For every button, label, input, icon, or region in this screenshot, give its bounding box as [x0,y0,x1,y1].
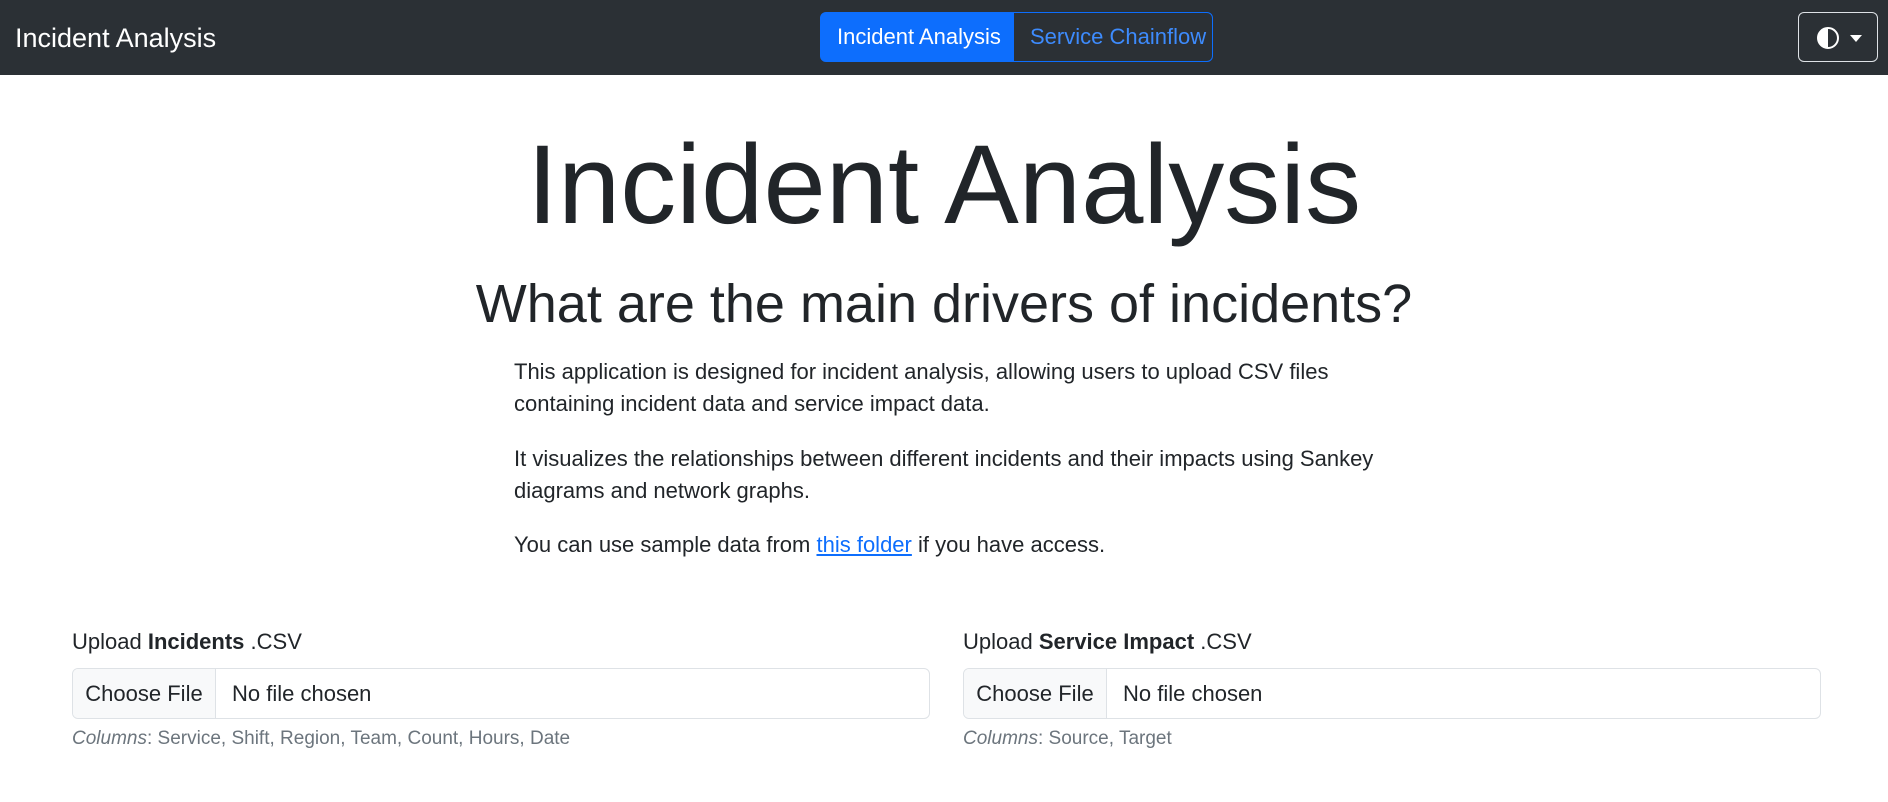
intro-paragraph-2: It visualizes the relationships between … [514,446,1374,503]
hint-text: : Service, Shift, Region, Team, Count, H… [146,728,571,749]
incidents-columns-hint: Columns: Service, Shift, Region, Team, C… [72,726,930,752]
incidents-upload-section: Upload Incidents .CSV Choose File No fil… [72,626,930,752]
service-impact-file-status: No file chosen [1123,681,1263,706]
contrast-half-circle-icon [1817,27,1839,49]
incidents-file-input[interactable]: Choose File No file chosen [72,668,930,719]
page-switch-group: Incident Analysis Service Chainflow [820,12,1213,62]
intro-paragraph-3: You can use sample data from this folder… [514,529,1434,561]
service-impact-upload-label: Upload Service Impact .CSV [963,626,1821,658]
service-impact-file-input[interactable]: Choose File No file chosen [963,668,1821,719]
navbar-brand[interactable]: Incident Analysis [15,19,216,57]
top-navbar: Incident Analysis Incident Analysis Serv… [0,0,1888,75]
label-suffix: .CSV [1194,629,1252,654]
incidents-upload-label: Upload Incidents .CSV [72,626,930,658]
hint-text: : Source, Target [1037,728,1172,749]
label-prefix: Upload [963,629,1039,654]
service-impact-columns-hint: Columns: Source, Target [963,726,1821,752]
service-impact-upload-section: Upload Service Impact .CSV Choose File N… [963,626,1821,752]
intro-paragraph-1: This application is designed for inciden… [514,359,1329,416]
theme-toggle-button[interactable] [1798,12,1878,62]
incidents-file-status: No file chosen [232,681,372,706]
page-title: Incident Analysis [526,122,1362,247]
tab-incident-analysis[interactable]: Incident Analysis [820,12,1014,62]
label-suffix: .CSV [244,629,302,654]
label-bold: Service Impact [1038,629,1195,654]
service-impact-choose-file-button[interactable]: Choose File [964,669,1107,718]
hint-label: Columns [72,728,147,749]
page-subtitle: What are the main drivers of incidents? [475,274,1413,334]
sample-data-link[interactable]: this folder [816,532,911,557]
paragraph3-text-before: You can use sample data from [514,532,817,557]
chevron-down-icon [1850,35,1862,42]
label-bold: Incidents [147,629,245,654]
hint-label: Columns [963,728,1038,749]
tab-service-chainflow[interactable]: Service Chainflow [1013,12,1213,62]
paragraph3-text-after: if you have access. [911,532,1106,557]
label-prefix: Upload [72,629,148,654]
incidents-choose-file-button[interactable]: Choose File [73,669,216,718]
